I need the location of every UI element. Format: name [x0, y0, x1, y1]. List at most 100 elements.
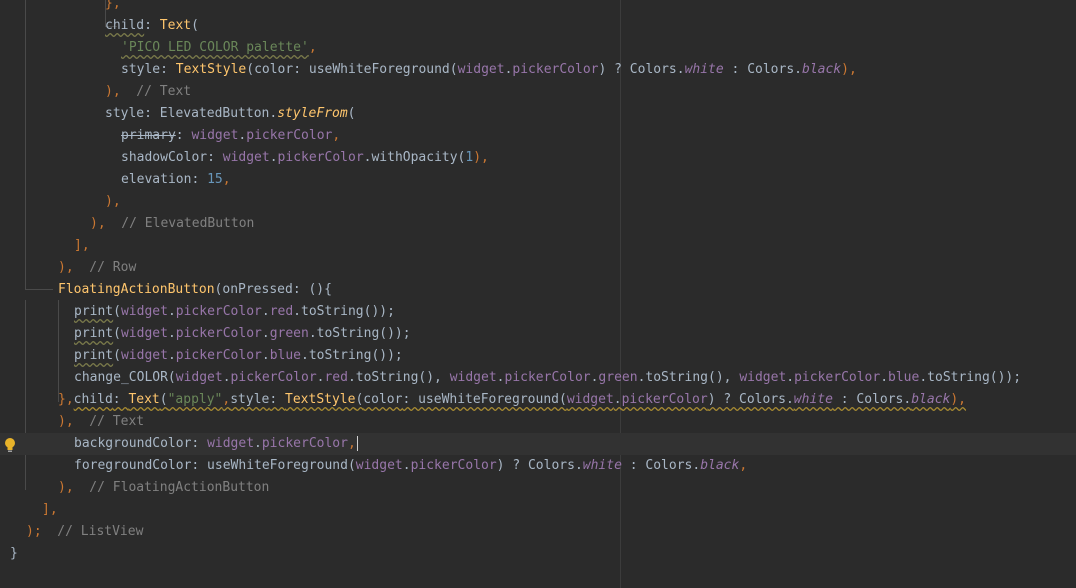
code-token: Text: [159, 18, 192, 33]
code-line[interactable]: ),: [0, 191, 1076, 213]
code-line[interactable]: print(widget.pickerColor.red.toString())…: [0, 301, 1076, 323]
code-token: widget: [457, 62, 505, 77]
text-caret: [356, 436, 359, 451]
code-line-text: ],: [74, 235, 90, 257]
code-line[interactable]: FloatingActionButton(onPressed: (){: [0, 279, 1076, 301]
code-line[interactable]: print(widget.pickerColor.green.toString(…: [0, 323, 1076, 345]
code-line-text: ],: [42, 499, 58, 521]
code-token: : Colors.: [723, 62, 802, 77]
code-line-text: ), // ElevatedButton: [90, 213, 254, 235]
code-token: red: [324, 370, 348, 385]
code-line[interactable]: ), // ElevatedButton: [0, 213, 1076, 235]
code-line-text: primary: widget.pickerColor,: [121, 125, 340, 147]
code-token: .withOpacity(: [363, 150, 466, 165]
code-token: (: [191, 18, 199, 33]
code-token: widget: [175, 370, 223, 385]
code-token: styleFrom: [277, 106, 348, 121]
code-token: :: [160, 62, 176, 77]
code-line[interactable]: ],: [0, 235, 1076, 257]
code-line[interactable]: },: [0, 0, 1076, 15]
code-line[interactable]: },child: Text("apply",style: TextStyle(c…: [0, 389, 1076, 411]
code-token: :: [144, 18, 160, 33]
code-line-text: style: ElevatedButton.styleFrom(: [105, 103, 355, 125]
code-token: .: [254, 436, 262, 451]
code-line[interactable]: ), // Text: [0, 81, 1076, 103]
code-token: : Colors.: [621, 458, 701, 473]
code-line[interactable]: primary: widget.pickerColor,: [0, 125, 1076, 147]
code-line-text: },child: Text("apply",style: TextStyle(c…: [58, 389, 966, 411]
code-line[interactable]: elevation: 15,: [0, 169, 1076, 191]
code-token: shadowColor: [121, 150, 208, 165]
code-token: color: [254, 62, 294, 77]
code-editor[interactable]: }, child: Text('PICO LED COLOR palette', s…: [0, 0, 1076, 588]
code-token: widget: [120, 326, 168, 341]
code-token: :: [269, 392, 286, 407]
code-line-text: backgroundColor: widget.pickerColor,: [74, 433, 359, 455]
code-line[interactable]: ), // Text: [0, 411, 1076, 433]
code-token: .toString());: [308, 326, 411, 341]
code-token: green: [598, 370, 638, 385]
code-token: :: [175, 128, 192, 143]
code-line-text: change_COLOR(widget.pickerColor.red.toSt…: [74, 367, 1021, 389]
code-line[interactable]: style: ElevatedButton.styleFrom(: [0, 103, 1076, 125]
code-line[interactable]: ), // FloatingActionButton: [0, 477, 1076, 499]
code-line[interactable]: 'PICO LED COLOR palette',: [0, 37, 1076, 59]
code-token: ],: [74, 238, 90, 253]
code-token: widget: [355, 458, 403, 473]
code-token: ) ? Colors.: [496, 458, 583, 473]
code-token: TextStyle: [285, 392, 356, 407]
code-token: primary: [121, 128, 176, 143]
code-token: .: [167, 348, 176, 363]
code-line[interactable]: child: Text(: [0, 15, 1076, 37]
code-line[interactable]: backgroundColor: widget.pickerColor,: [0, 433, 1076, 455]
code-token: },: [58, 392, 74, 407]
code-token: 15: [207, 172, 223, 187]
code-line-text: print(widget.pickerColor.blue.toString()…: [74, 345, 403, 367]
lightbulb-icon[interactable]: [3, 437, 17, 453]
code-token: ,: [739, 458, 748, 473]
code-token: change_COLOR(: [74, 370, 176, 385]
code-line[interactable]: foregroundColor: useWhiteForeground(widg…: [0, 455, 1076, 477]
code-token: :: [112, 392, 129, 407]
code-line-text: ); // ListView: [26, 521, 143, 543]
code-token: ),: [841, 62, 857, 77]
code-token: print: [74, 348, 114, 363]
code-token: widget: [739, 370, 787, 385]
code-token: .: [496, 370, 505, 385]
code-line[interactable]: ],: [0, 499, 1076, 521]
code-token: ),: [58, 260, 74, 275]
code-token: : ElevatedButton.: [144, 106, 278, 121]
code-line-text: ),: [105, 191, 121, 213]
code-token: .: [261, 304, 270, 319]
code-token: backgroundColor: [74, 436, 192, 451]
code-token: black: [700, 458, 740, 473]
code-line-text: },: [105, 0, 121, 15]
code-token: pickerColor: [246, 128, 333, 143]
code-line-text: ), // Row: [58, 257, 136, 279]
code-token: print: [74, 304, 114, 319]
code-line[interactable]: shadowColor: widget.pickerColor.withOpac…: [0, 147, 1076, 169]
code-token: onPressed: [222, 282, 293, 297]
code-line[interactable]: style: TextStyle(color: useWhiteForegrou…: [0, 59, 1076, 81]
code-token: .: [167, 304, 176, 319]
code-token: pickerColor: [794, 370, 881, 385]
code-line[interactable]: ), // Row: [0, 257, 1076, 279]
code-token: pickerColor: [277, 150, 364, 165]
code-token: color: [363, 392, 403, 407]
code-token: elevation: [121, 172, 192, 187]
code-token: .: [613, 392, 622, 407]
code-token: widget: [449, 370, 497, 385]
code-token: style: [121, 62, 161, 77]
code-token: black: [802, 62, 842, 77]
code-token: (: [113, 304, 121, 319]
code-token: pickerColor: [175, 304, 262, 319]
code-line-text: shadowColor: widget.pickerColor.withOpac…: [121, 147, 489, 169]
code-line[interactable]: ); // ListView: [0, 521, 1076, 543]
code-token: (: [113, 326, 121, 341]
code-line[interactable]: }: [0, 543, 1076, 565]
code-token: :: [207, 150, 223, 165]
code-token: child: [105, 18, 145, 33]
code-line[interactable]: print(widget.pickerColor.blue.toString()…: [0, 345, 1076, 367]
code-line[interactable]: change_COLOR(widget.pickerColor.red.toSt…: [0, 367, 1076, 389]
code-token: widget: [191, 128, 239, 143]
